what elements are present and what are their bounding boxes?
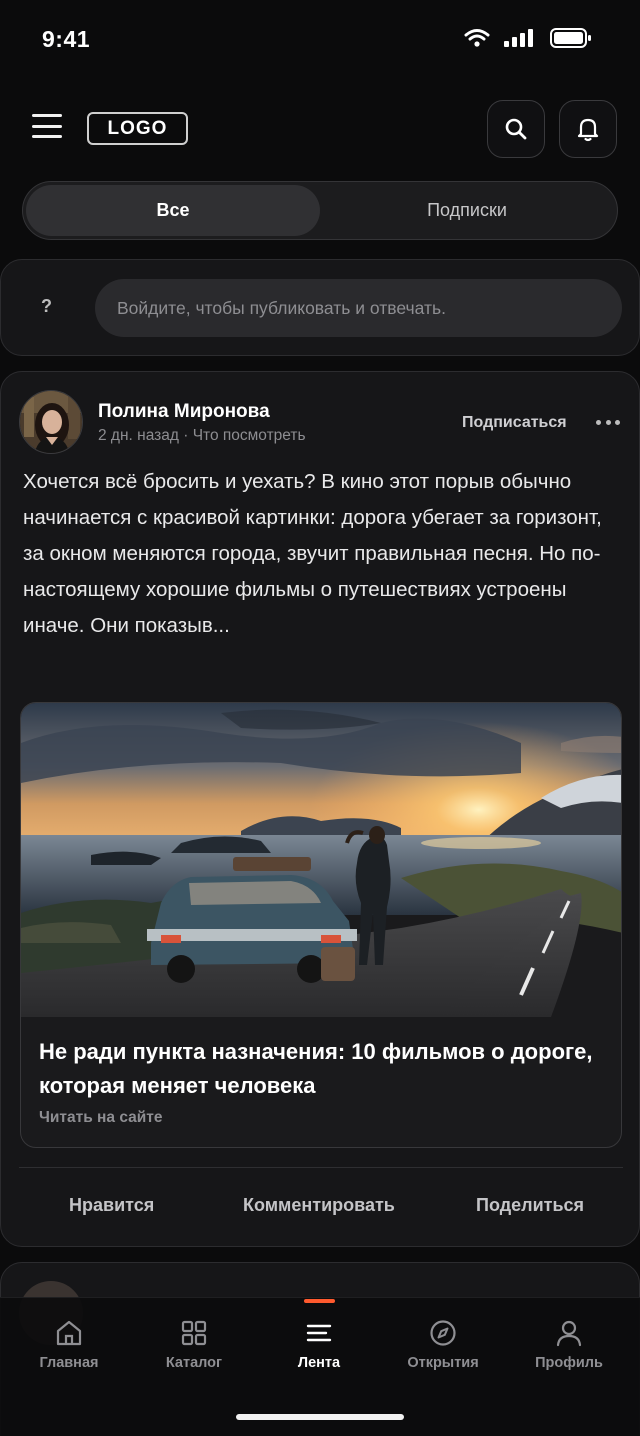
actions-divider	[19, 1167, 623, 1168]
post-composer: ? Войдите, чтобы публиковать и отвечать.	[0, 259, 640, 356]
nav-feed-label: Лента	[297, 1355, 341, 1371]
feed-icon	[306, 1324, 332, 1342]
subscribe-button[interactable]: Подписаться	[462, 414, 567, 432]
author-name[interactable]: Полина Миронова	[98, 401, 270, 423]
signal-icon	[504, 29, 533, 47]
home-icon	[56, 1320, 82, 1346]
nav-catalog-label: Каталог	[165, 1355, 223, 1371]
battery-icon	[550, 28, 591, 48]
profile-icon	[556, 1320, 582, 1347]
article-link-card[interactable]: Не ради пункта назначения: 10 фильмов о …	[20, 702, 622, 1148]
nav-discover-label: Открытия	[407, 1355, 479, 1371]
menu-icon[interactable]	[32, 114, 62, 138]
like-button[interactable]: Нравится	[69, 1195, 154, 1216]
author-avatar[interactable]	[19, 390, 83, 454]
search-button[interactable]	[487, 100, 545, 158]
home-indicator	[236, 1414, 404, 1420]
search-icon	[505, 118, 527, 140]
comment-button[interactable]: Комментировать	[243, 1195, 395, 1216]
post-card: Полина Миронова 2 дн. назад · Что посмот…	[0, 371, 640, 1247]
compass-icon	[430, 1320, 456, 1346]
feed-tabs: Все Подписки	[22, 181, 618, 240]
active-tab-indicator	[304, 1299, 335, 1303]
app-header: LOGO	[0, 96, 640, 160]
article-title[interactable]: Не ради пункта назначения: 10 фильмов о …	[39, 1035, 599, 1103]
grid-icon	[181, 1320, 207, 1346]
read-on-site-link[interactable]: Читать на сайте	[39, 1109, 163, 1127]
nav-discover[interactable]: Открытия	[388, 1318, 498, 1371]
status-bar: 9:41	[0, 0, 640, 80]
post-meta: 2 дн. назад · Что посмотреть	[98, 427, 306, 444]
nav-profile[interactable]: Профиль	[514, 1318, 624, 1371]
logo[interactable]: LOGO	[87, 112, 188, 145]
more-options-icon[interactable]	[596, 412, 620, 432]
post-actions: Нравится Комментировать Поделиться	[1, 1185, 640, 1233]
share-button[interactable]: Поделиться	[476, 1195, 584, 1216]
tab-all[interactable]: Все	[26, 185, 320, 236]
nav-catalog[interactable]: Каталог	[139, 1318, 249, 1371]
status-time: 9:41	[42, 26, 91, 52]
status-icons	[464, 28, 592, 48]
guest-avatar-placeholder: ?	[41, 296, 52, 316]
bell-icon	[577, 118, 599, 142]
notifications-button[interactable]	[559, 100, 617, 158]
nav-profile-label: Профиль	[535, 1355, 603, 1371]
nav-feed[interactable]: Лента	[264, 1318, 374, 1371]
post-text[interactable]: Хочется всё бросить и уехать? В кино это…	[23, 464, 623, 644]
tab-subscriptions[interactable]: Подписки	[320, 185, 614, 236]
login-to-post-field[interactable]: Войдите, чтобы публиковать и отвечать.	[95, 279, 622, 337]
article-cover-image	[21, 703, 621, 1017]
feed-screen: 9:41 LOGO Все Подписки ? Войдите, чтобы …	[0, 0, 640, 1436]
wifi-icon	[464, 29, 490, 47]
nav-home[interactable]: Главная	[14, 1318, 124, 1371]
nav-home-label: Главная	[39, 1355, 99, 1371]
